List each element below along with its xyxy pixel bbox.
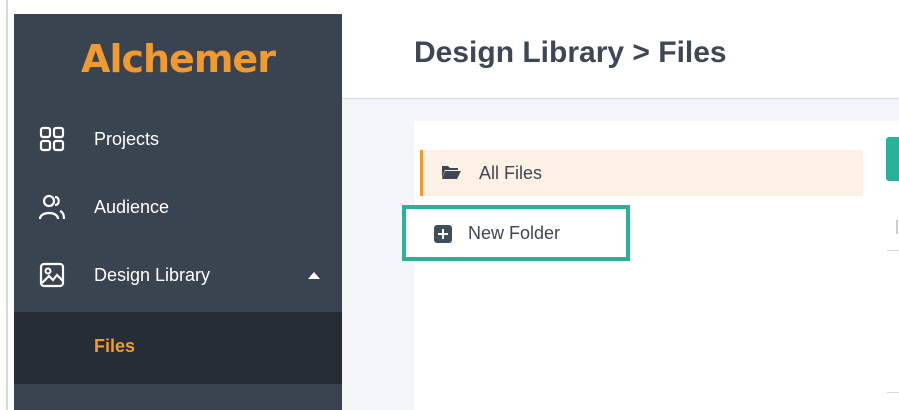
new-folder-button[interactable]: New Folder <box>402 205 630 261</box>
image-icon <box>39 262 65 288</box>
sidebar-item-projects[interactable]: Projects <box>14 104 342 174</box>
sidebar-item-design-library[interactable]: Design Library <box>14 240 342 310</box>
chevron-up-icon[interactable] <box>308 271 320 279</box>
column-marker <box>896 220 898 234</box>
upload-button[interactable] <box>886 137 899 181</box>
users-icon <box>38 194 66 220</box>
folder-label: All Files <box>479 163 543 183</box>
list-divider <box>887 250 899 251</box>
folder-open-icon <box>442 166 461 179</box>
list-divider <box>887 392 899 393</box>
brand-name: Alchemer <box>81 37 276 81</box>
folder-item-all-files[interactable]: All Files <box>420 150 863 196</box>
grid-icon <box>39 126 65 152</box>
sidebar-subitem-files[interactable]: Files <box>14 312 342 384</box>
plus-square-icon <box>434 225 452 243</box>
sidebar-item-audience[interactable]: Audience <box>14 172 342 242</box>
left-edge <box>0 0 14 410</box>
sidebar-item-label: Projects <box>94 128 160 149</box>
brand-logo[interactable]: Alchemer <box>14 14 342 104</box>
sidebar: Alchemer Projects Audience Design Librar… <box>14 14 342 410</box>
page-title: Design Library > Files <box>414 36 727 69</box>
sidebar-item-label: Design Library <box>94 264 211 285</box>
sidebar-item-label: Audience <box>94 196 170 217</box>
sidebar-subitem-label: Files <box>94 336 136 356</box>
new-folder-label: New Folder <box>468 223 561 243</box>
